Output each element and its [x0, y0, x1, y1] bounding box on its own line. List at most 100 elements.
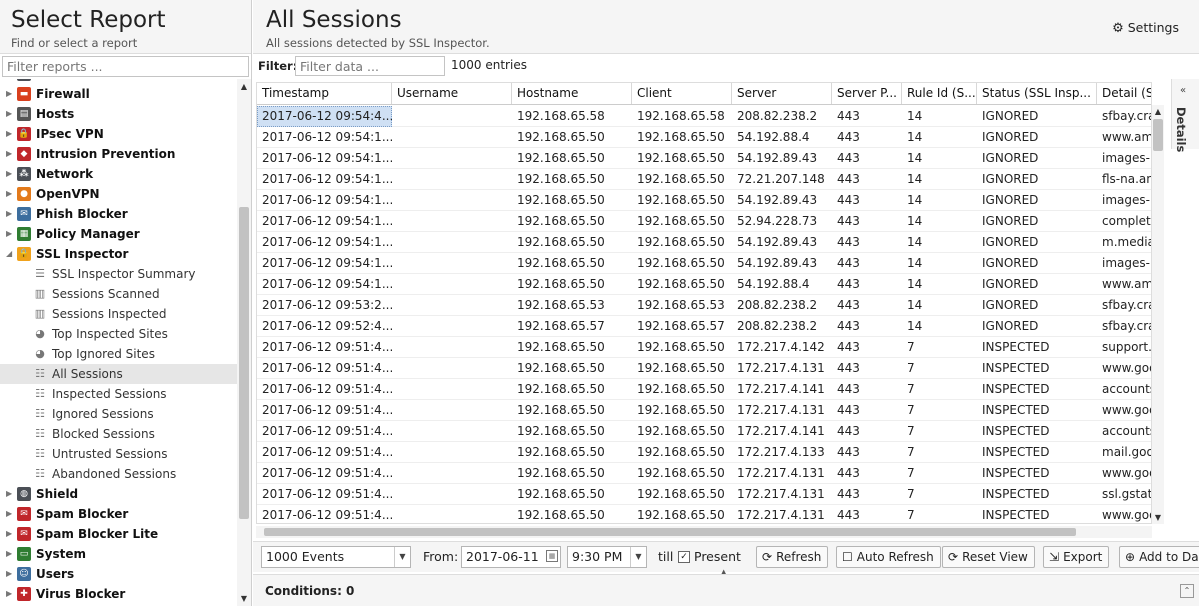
caret-right-icon[interactable]: ▶	[6, 544, 14, 564]
table-cell[interactable]: 443	[832, 358, 902, 379]
column-header[interactable]: Client	[632, 83, 732, 104]
table-cell[interactable]: 443	[832, 337, 902, 358]
table-cell[interactable]: 2017-06-12 09:51:4...	[257, 463, 392, 484]
table-cell[interactable]: 192.168.65.50	[512, 379, 632, 400]
tree-item-network[interactable]: ▶ ⁂ Network	[0, 164, 237, 184]
table-row[interactable]: 2017-06-12 09:51:4... 192.168.65.50 192.16…	[257, 379, 1151, 400]
table-cell[interactable]: 172.217.4.131	[732, 400, 832, 421]
report-item-blocked-sessions[interactable]: ☷ Blocked Sessions	[0, 424, 237, 444]
scroll-up-icon[interactable]: ▲	[239, 82, 249, 91]
export-button[interactable]: ⇲ Export	[1043, 546, 1110, 568]
table-cell[interactable]: 192.168.65.50	[632, 127, 732, 148]
table-cell[interactable]: 208.82.238.2	[732, 106, 832, 127]
table-cell[interactable]: m.media	[1097, 232, 1151, 253]
table-cell[interactable]: 443	[832, 169, 902, 190]
tree-item-firewall[interactable]: ▶ ▬ Firewall	[0, 84, 237, 104]
table-cell[interactable]: 443	[832, 190, 902, 211]
table-cell[interactable]: www.goo	[1097, 358, 1151, 379]
table-cell[interactable]: 192.168.65.50	[632, 148, 732, 169]
table-cell[interactable]: accounts	[1097, 379, 1151, 400]
caret-right-icon[interactable]: ▶	[6, 104, 14, 124]
table-cell[interactable]: 192.168.65.50	[632, 421, 732, 442]
table-cell[interactable]: 192.168.65.58	[512, 106, 632, 127]
table-cell[interactable]: 2017-06-12 09:51:4...	[257, 400, 392, 421]
table-cell[interactable]: INSPECTED	[977, 442, 1097, 463]
scroll-down-icon[interactable]: ▼	[239, 594, 249, 603]
table-cell[interactable]: 14	[902, 316, 977, 337]
tree-item-openvpn[interactable]: ▶ ● OpenVPN	[0, 184, 237, 204]
table-cell[interactable]: 172.217.4.131	[732, 358, 832, 379]
events-limit-select[interactable]: 1000 Events ▼	[261, 546, 411, 568]
tree-item-phish-blocker[interactable]: ▶ ✉ Phish Blocker	[0, 204, 237, 224]
table-cell[interactable]: INSPECTED	[977, 358, 1097, 379]
table-cell[interactable]: 54.192.88.4	[732, 274, 832, 295]
table-cell[interactable]: 2017-06-12 09:54:1...	[257, 148, 392, 169]
collapse-icon[interactable]: ⌃	[1180, 584, 1194, 598]
table-cell[interactable]: 54.192.89.43	[732, 190, 832, 211]
scroll-up-icon[interactable]: ▲	[1152, 107, 1164, 116]
tree-item-intrusion-prevention[interactable]: ▶ ◆ Intrusion Prevention	[0, 144, 237, 164]
table-cell[interactable]: 443	[832, 505, 902, 523]
table-cell[interactable]: mail.goo	[1097, 442, 1151, 463]
caret-right-icon[interactable]: ▶	[6, 584, 14, 604]
table-cell[interactable]: ssl.gstat	[1097, 484, 1151, 505]
table-cell[interactable]: 443	[832, 295, 902, 316]
add-to-dashboard-button[interactable]: ⊕ Add to Da	[1119, 546, 1199, 568]
tree-item-spam-blocker[interactable]: ▶ ✉ Spam Blocker	[0, 504, 237, 524]
table-cell[interactable]	[392, 505, 512, 523]
filter-reports-input[interactable]	[2, 56, 249, 77]
table-cell[interactable]: 192.168.65.50	[632, 505, 732, 523]
table-cell[interactable]: 443	[832, 253, 902, 274]
table-row[interactable]: 2017-06-12 09:54:1... 192.168.65.50 192.16…	[257, 232, 1151, 253]
table-cell[interactable]: IGNORED	[977, 316, 1097, 337]
table-vertical-scrollbar[interactable]: ▲ ▼	[1152, 105, 1164, 524]
tree-item-system[interactable]: ▶ ▭ System	[0, 544, 237, 564]
table-cell[interactable]: 192.168.65.50	[512, 505, 632, 523]
table-cell[interactable]: www.am	[1097, 127, 1151, 148]
table-cell[interactable]: 2017-06-12 09:51:4...	[257, 337, 392, 358]
table-cell[interactable]: 2017-06-12 09:54:1...	[257, 190, 392, 211]
table-cell[interactable]: 192.168.65.50	[512, 253, 632, 274]
table-cell[interactable]: 192.168.65.50	[512, 169, 632, 190]
refresh-button[interactable]: ⟳ Refresh	[756, 546, 829, 568]
table-cell[interactable]: 14	[902, 127, 977, 148]
caret-right-icon[interactable]: ▶	[6, 484, 14, 504]
table-cell[interactable]: 192.168.65.50	[632, 463, 732, 484]
report-item-untrusted-sessions[interactable]: ☷ Untrusted Sessions	[0, 444, 237, 464]
table-cell[interactable]: 208.82.238.2	[732, 316, 832, 337]
table-cell[interactable]: 7	[902, 442, 977, 463]
table-cell[interactable]: 443	[832, 232, 902, 253]
table-cell[interactable]: 14	[902, 169, 977, 190]
table-cell[interactable]: 7	[902, 379, 977, 400]
report-item-top-ignored-sites[interactable]: ◕ Top Ignored Sites	[0, 344, 237, 364]
table-cell[interactable]: 72.21.207.148	[732, 169, 832, 190]
auto-refresh-button[interactable]: ☐ Auto Refresh	[836, 546, 941, 568]
table-cell[interactable]: 172.217.4.133	[732, 442, 832, 463]
table-cell[interactable]: 192.168.65.50	[632, 442, 732, 463]
table-cell[interactable]: 192.168.65.53	[632, 295, 732, 316]
table-cell[interactable]: accounts	[1097, 421, 1151, 442]
table-cell[interactable]: 192.168.65.50	[512, 400, 632, 421]
column-header[interactable]: Server P...	[832, 83, 902, 104]
tree-item-virus-blocker[interactable]: ▶ ✚ Virus Blocker	[0, 584, 237, 604]
table-cell[interactable]	[392, 484, 512, 505]
table-cell[interactable]: www.goo	[1097, 505, 1151, 523]
table-cell[interactable]	[392, 106, 512, 127]
caret-right-icon[interactable]: ▶	[6, 224, 14, 244]
table-cell[interactable]: IGNORED	[977, 232, 1097, 253]
tree-item-shield[interactable]: ▶ ◍ Shield	[0, 484, 237, 504]
table-row[interactable]: 2017-06-12 09:54:1... 192.168.65.50 192.16…	[257, 274, 1151, 295]
table-cell[interactable]: INSPECTED	[977, 421, 1097, 442]
table-cell[interactable]: images-n	[1097, 190, 1151, 211]
table-cell[interactable]: 443	[832, 421, 902, 442]
calendar-icon[interactable]: ▦	[546, 550, 558, 562]
table-cell[interactable]: 14	[902, 190, 977, 211]
scrollbar-thumb[interactable]	[264, 528, 1076, 536]
caret-right-icon[interactable]: ▶	[6, 204, 14, 224]
column-header[interactable]: Server	[732, 83, 832, 104]
table-cell[interactable]: 14	[902, 232, 977, 253]
table-horizontal-scrollbar[interactable]	[256, 526, 1152, 538]
table-cell[interactable]	[392, 274, 512, 295]
table-cell[interactable]	[392, 211, 512, 232]
table-row[interactable]: 2017-06-12 09:54:1... 192.168.65.50 192.16…	[257, 169, 1151, 190]
